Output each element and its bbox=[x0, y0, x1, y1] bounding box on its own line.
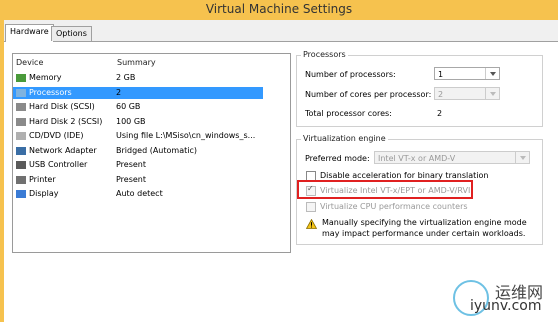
tab-options[interactable]: Options bbox=[51, 26, 92, 41]
preferred-mode-select[interactable]: Intel VT-x or AMD-V bbox=[374, 151, 530, 164]
device-column-header[interactable]: Device bbox=[16, 58, 43, 67]
display-icon bbox=[16, 190, 26, 198]
device-row-memory[interactable]: Memory 2 GB bbox=[13, 72, 263, 84]
device-summary: Present bbox=[116, 174, 147, 184]
device-name: Hard Disk 2 (SCSI) bbox=[29, 116, 103, 126]
cd-dvd-icon bbox=[16, 132, 26, 140]
cores-value: 2 bbox=[438, 90, 444, 99]
device-summary: Bridged (Automatic) bbox=[116, 145, 197, 155]
cpu-counters-label: Virtualize CPU performance counters bbox=[320, 202, 468, 211]
warning-text-line1: Manually specifying the virtualization e… bbox=[322, 218, 527, 227]
preferred-mode-label: Preferred mode: bbox=[305, 154, 370, 163]
device-row-processors[interactable]: Processors 2 bbox=[13, 86, 263, 99]
chevron-down-icon bbox=[485, 88, 499, 99]
tab-hardware[interactable]: Hardware bbox=[5, 24, 54, 42]
device-name: Processors bbox=[29, 87, 72, 97]
total-cores-label: Total processor cores: bbox=[305, 109, 392, 118]
printer-icon bbox=[16, 175, 26, 184]
chevron-down-icon bbox=[485, 68, 499, 79]
cores-select[interactable]: 2 bbox=[434, 87, 500, 100]
memory-icon bbox=[16, 74, 26, 82]
device-name: Printer bbox=[29, 174, 56, 184]
watermark-url: iyunv.com bbox=[470, 298, 542, 314]
processor-icon bbox=[16, 88, 26, 97]
warning-text-line2: may impact performance under certain wor… bbox=[322, 229, 526, 238]
device-summary: 2 GB bbox=[116, 73, 136, 82]
cpu-counters-checkbox[interactable] bbox=[306, 202, 316, 212]
device-summary: 60 GB bbox=[116, 102, 141, 111]
processors-group-label: Processors bbox=[301, 50, 348, 59]
device-row-cd-dvd-ide[interactable]: CD/DVD (IDE) Using file L:\MSiso\cn_windo… bbox=[13, 130, 263, 142]
device-name: Display bbox=[29, 189, 59, 198]
summary-column-header[interactable]: Summary bbox=[117, 58, 156, 67]
device-summary: Auto detect bbox=[116, 189, 163, 198]
num-processors-select[interactable]: 1 bbox=[434, 67, 500, 80]
window-title: Virtual Machine Settings bbox=[205, 2, 353, 16]
usb-icon bbox=[16, 161, 26, 169]
network-icon bbox=[16, 146, 26, 155]
device-name: Memory bbox=[29, 73, 62, 82]
device-row-display[interactable]: Display Auto detect bbox=[13, 188, 263, 200]
device-summary: Using file L:\MSiso\cn_windows_s... bbox=[116, 131, 256, 140]
device-row-usb-controller[interactable]: USB Controller Present bbox=[13, 159, 263, 171]
virtualization-group-label: Virtualization engine bbox=[301, 134, 388, 143]
device-row-network-adapter[interactable]: Network Adapter Bridged (Automatic) bbox=[13, 145, 263, 157]
device-row-hard-disk-2-scsi[interactable]: Hard Disk 2 (SCSI) 100 GB bbox=[13, 116, 263, 128]
hard-disk-icon bbox=[16, 103, 26, 111]
total-cores-value: 2 bbox=[437, 109, 443, 118]
device-summary: 2 bbox=[116, 87, 122, 97]
device-row-hard-disk-scsi[interactable]: Hard Disk (SCSI) 60 GB bbox=[13, 101, 263, 113]
device-summary: Present bbox=[116, 160, 147, 169]
hard-disk-icon bbox=[16, 117, 26, 126]
device-name: Hard Disk (SCSI) bbox=[29, 102, 95, 111]
red-highlight-box bbox=[297, 180, 473, 199]
device-name: USB Controller bbox=[29, 160, 88, 169]
warning-icon bbox=[306, 219, 317, 229]
preferred-mode-value: Intel VT-x or AMD-V bbox=[378, 154, 456, 163]
device-name: CD/DVD (IDE) bbox=[29, 131, 84, 140]
num-processors-label: Number of processors: bbox=[305, 70, 396, 79]
device-row-printer[interactable]: Printer Present bbox=[13, 174, 263, 186]
cores-label: Number of cores per processor: bbox=[305, 90, 432, 99]
device-name: Network Adapter bbox=[29, 145, 97, 155]
device-summary: 100 GB bbox=[116, 116, 146, 126]
disable-acceleration-label: Disable acceleration for binary translat… bbox=[320, 171, 489, 180]
chevron-down-icon bbox=[515, 152, 529, 163]
num-processors-value: 1 bbox=[438, 70, 444, 79]
